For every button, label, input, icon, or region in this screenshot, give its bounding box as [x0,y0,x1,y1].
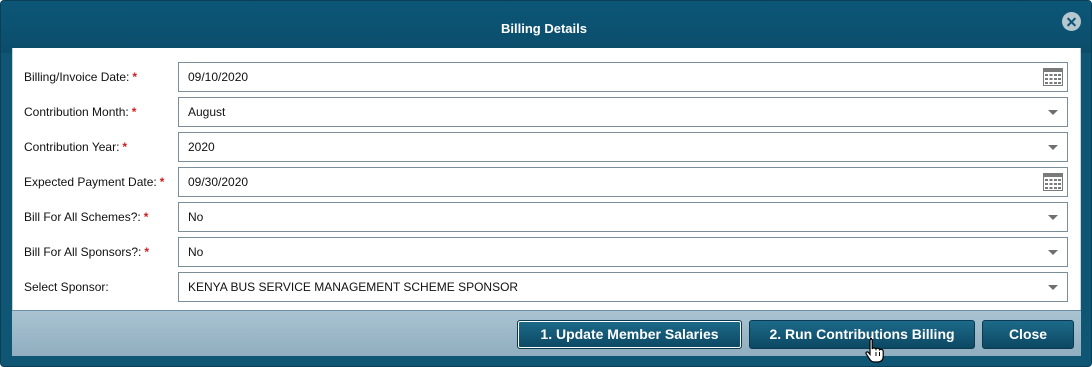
expected-payment-date-row: Expected Payment Date: * 09/30/2020 [13,167,1080,197]
select-sponsor-select[interactable]: KENYA BUS SERVICE MANAGEMENT SCHEME SPON… [178,272,1068,302]
required-marker: * [159,175,165,189]
required-marker: * [122,140,128,154]
billing-invoice-date-value: 09/10/2020 [188,70,249,84]
contribution-year-label: Contribution Year: * [24,140,128,154]
calendar-icon[interactable] [1043,173,1063,191]
dialog-footer: 1. Update Member Salaries 2. Run Contrib… [12,310,1081,356]
select-sponsor-value: KENYA BUS SERVICE MANAGEMENT SCHEME SPON… [188,280,519,294]
billing-invoice-date-input[interactable]: 09/10/2020 [178,62,1068,92]
bill-all-schemes-value: No [188,210,204,224]
bill-all-sponsors-row: Bill For All Sponsors?: * No [13,237,1080,267]
contribution-month-select[interactable]: August [178,97,1068,127]
bill-all-sponsors-select[interactable]: No [178,237,1068,267]
chevron-down-icon[interactable] [1048,110,1058,115]
billing-form: Billing/Invoice Date: * 09/10/2020 Contri… [12,48,1081,310]
select-sponsor-row: Select Sponsor: KENYA BUS SERVICE MANAGE… [13,272,1080,302]
billing-invoice-date-label: Billing/Invoice Date: * [24,70,138,84]
billing-details-dialog: Billing Details Billing/Invoice Date: * 0… [0,0,1092,367]
contribution-year-select[interactable]: 2020 [178,132,1068,162]
close-icon[interactable] [1062,12,1081,31]
bill-all-schemes-select[interactable]: No [178,202,1068,232]
bill-all-schemes-row: Bill For All Schemes?: * No [13,202,1080,232]
update-member-salaries-button[interactable]: 1. Update Member Salaries [517,320,742,349]
dialog-titlebar: Billing Details [1,1,1091,53]
required-marker: * [144,245,150,259]
chevron-down-icon[interactable] [1048,145,1058,150]
expected-payment-date-value: 09/30/2020 [188,175,249,189]
calendar-icon[interactable] [1043,68,1063,86]
chevron-down-icon[interactable] [1048,215,1058,220]
expected-payment-date-input[interactable]: 09/30/2020 [178,167,1068,197]
chevron-down-icon[interactable] [1048,285,1058,290]
dialog-title: Billing Details [501,21,587,36]
contribution-year-row: Contribution Year: * 2020 [13,132,1080,162]
billing-invoice-date-row: Billing/Invoice Date: * 09/10/2020 [13,62,1080,92]
required-marker: * [132,70,138,84]
contribution-month-value: August [188,105,226,119]
required-marker: * [143,210,149,224]
required-marker: * [131,105,137,119]
bill-all-sponsors-label: Bill For All Sponsors?: * [24,245,150,259]
contribution-month-row: Contribution Month: * August [13,97,1080,127]
close-button[interactable]: Close [982,320,1074,349]
bill-all-sponsors-value: No [188,245,204,259]
chevron-down-icon[interactable] [1048,250,1058,255]
run-contributions-billing-button[interactable]: 2. Run Contributions Billing [749,320,975,349]
contribution-year-value: 2020 [188,140,215,154]
contribution-month-label: Contribution Month: * [24,105,137,119]
select-sponsor-label: Select Sponsor: [24,280,109,294]
expected-payment-date-label: Expected Payment Date: * [24,175,165,189]
bill-all-schemes-label: Bill For All Schemes?: * [24,210,149,224]
